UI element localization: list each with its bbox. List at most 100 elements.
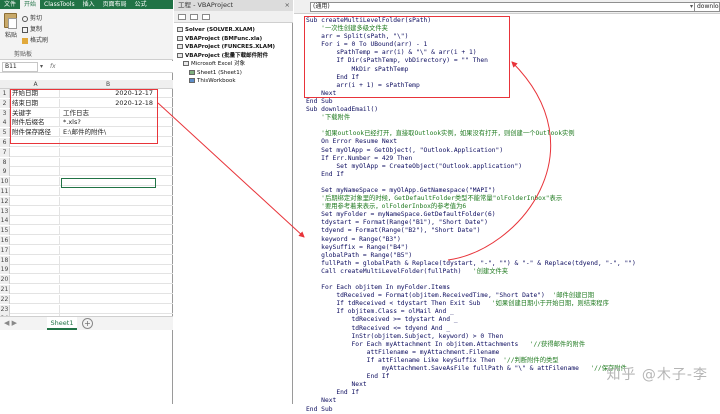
tree-node-label: ThisWorkbook — [197, 78, 236, 84]
copy-icon — [22, 26, 28, 33]
cell-a[interactable] — [11, 177, 60, 187]
tree-node-label: VBAProject (BMFunc.xla) — [185, 35, 263, 42]
ribbon-tab[interactable]: 开始 — [20, 0, 41, 9]
cell-a[interactable] — [11, 285, 60, 294]
column-header-a[interactable]: A — [11, 80, 60, 89]
cell-b[interactable] — [61, 305, 155, 314]
cell-a[interactable] — [11, 304, 60, 314]
code-line: For Each myAttachment In objitem.Attachm… — [306, 341, 720, 349]
ribbon-tab[interactable]: ClassTools — [40, 0, 79, 9]
row-header[interactable]: 4 — [0, 118, 10, 128]
close-icon[interactable]: × — [285, 0, 290, 11]
fx-icon[interactable]: fx — [50, 62, 56, 72]
ribbon-tab[interactable]: 页面布局 — [99, 0, 131, 9]
row-header[interactable]: 18 — [0, 255, 10, 265]
row-header[interactable]: 5 — [0, 128, 10, 138]
sheet-nav-arrows[interactable]: ◀ ▶ — [4, 319, 17, 327]
cell-b[interactable] — [61, 197, 155, 206]
cell-a[interactable] — [11, 275, 60, 285]
chevron-down-icon[interactable]: ▾ — [40, 62, 43, 72]
format-painter-button[interactable]: 格式刷 — [22, 35, 48, 44]
cell-a[interactable] — [11, 236, 60, 245]
code-text: If attFilename Like keySuffix Then — [306, 356, 504, 364]
tree-node[interactable]: VBAProject (BMFunc.xla) — [177, 35, 293, 44]
cell-a[interactable] — [11, 157, 60, 167]
cell-b[interactable] — [61, 295, 155, 304]
view-code-icon[interactable] — [178, 14, 186, 20]
row-header[interactable]: 19 — [0, 265, 10, 275]
tree-node[interactable]: VBAProject (FUNCRES.XLAM) — [177, 43, 293, 52]
column-header-b[interactable]: B — [61, 80, 155, 89]
cell-b[interactable] — [61, 275, 155, 284]
cell-a[interactable] — [11, 206, 60, 216]
row-header[interactable]: 6 — [0, 138, 10, 147]
project-icon — [177, 27, 183, 32]
cell-b[interactable] — [61, 285, 155, 294]
row-header[interactable]: 21 — [0, 285, 10, 294]
tree-node[interactable]: Microsoft Excel 对象 — [177, 60, 293, 69]
row-header[interactable]: 12 — [0, 196, 10, 206]
cell-b[interactable] — [61, 216, 155, 225]
cell-b[interactable] — [61, 226, 155, 235]
row-header[interactable]: 13 — [0, 206, 10, 216]
tree-node[interactable]: Sheet1 (Sheet1) — [177, 69, 293, 78]
row-header[interactable]: 11 — [0, 187, 10, 196]
cell-b[interactable] — [61, 207, 155, 216]
paste-icon[interactable] — [4, 13, 17, 29]
tree-node[interactable]: Solver (SOLVER.XLAM) — [177, 26, 293, 35]
cell-a[interactable] — [11, 255, 60, 265]
cut-button[interactable]: 剪切 — [22, 13, 42, 22]
tree-node-label: Sheet1 (Sheet1) — [197, 69, 242, 76]
row-header[interactable]: 14 — [0, 216, 10, 226]
row-header[interactable]: 3 — [0, 108, 10, 118]
table-row: 13 — [0, 206, 173, 216]
cell-a[interactable] — [11, 226, 60, 236]
row-header[interactable]: 23 — [0, 304, 10, 314]
sheet-tab-sheet1[interactable]: Sheet1 — [47, 317, 77, 330]
tree-node[interactable]: VBAProject (批量下载邮件附件 — [177, 52, 293, 61]
row-header[interactable]: 2 — [0, 98, 10, 108]
chevron-down-icon[interactable]: ▾ — [690, 3, 693, 11]
row-header[interactable]: 7 — [0, 147, 10, 157]
name-box[interactable]: B11 — [2, 62, 38, 72]
ribbon-tab[interactable]: 公式 — [131, 0, 151, 9]
cell-b[interactable] — [61, 187, 155, 196]
row-header[interactable]: 22 — [0, 294, 10, 304]
row-header[interactable]: 8 — [0, 157, 10, 167]
row-header[interactable]: 9 — [0, 167, 10, 177]
procedure-combobox[interactable]: downloa — [694, 2, 720, 12]
cell-b[interactable] — [61, 265, 155, 274]
active-cell[interactable] — [61, 178, 156, 188]
copy-button[interactable]: 复制 — [22, 24, 42, 33]
cell-a[interactable] — [11, 187, 60, 196]
clipboard-group-label: 剪贴板 — [14, 51, 33, 58]
row-header[interactable]: 16 — [0, 236, 10, 245]
ribbon-tab[interactable]: 插入 — [79, 0, 99, 9]
cell-a[interactable] — [11, 216, 60, 226]
cell-a[interactable] — [11, 294, 60, 304]
tree-node[interactable]: ThisWorkbook — [177, 77, 293, 86]
row-header[interactable]: 10 — [0, 177, 10, 187]
cell-b[interactable] — [61, 148, 155, 157]
row-header[interactable]: 15 — [0, 226, 10, 236]
code-line: Next — [306, 397, 337, 405]
cell-a[interactable] — [11, 167, 60, 177]
object-combobox[interactable]: (通用) ▾ — [310, 2, 696, 12]
cell-b[interactable] — [61, 246, 155, 255]
ribbon-tab[interactable]: 文件 — [0, 0, 20, 9]
cell-a[interactable] — [11, 196, 60, 206]
cell-b[interactable] — [61, 256, 155, 265]
toggle-folders-icon[interactable] — [202, 14, 210, 20]
cell-a[interactable] — [11, 147, 60, 157]
cell-a[interactable] — [11, 245, 60, 255]
row-header[interactable]: 17 — [0, 245, 10, 255]
add-sheet-button[interactable]: + — [82, 318, 93, 329]
row-header[interactable]: 1 — [0, 89, 10, 98]
cell-b[interactable] — [61, 167, 155, 176]
cell-b[interactable] — [61, 236, 155, 245]
cell-a[interactable] — [11, 265, 60, 275]
row-header[interactable]: 20 — [0, 275, 10, 285]
cell-b[interactable] — [61, 158, 155, 167]
view-object-icon[interactable] — [190, 14, 198, 20]
paste-button[interactable]: 粘贴 — [5, 30, 17, 39]
